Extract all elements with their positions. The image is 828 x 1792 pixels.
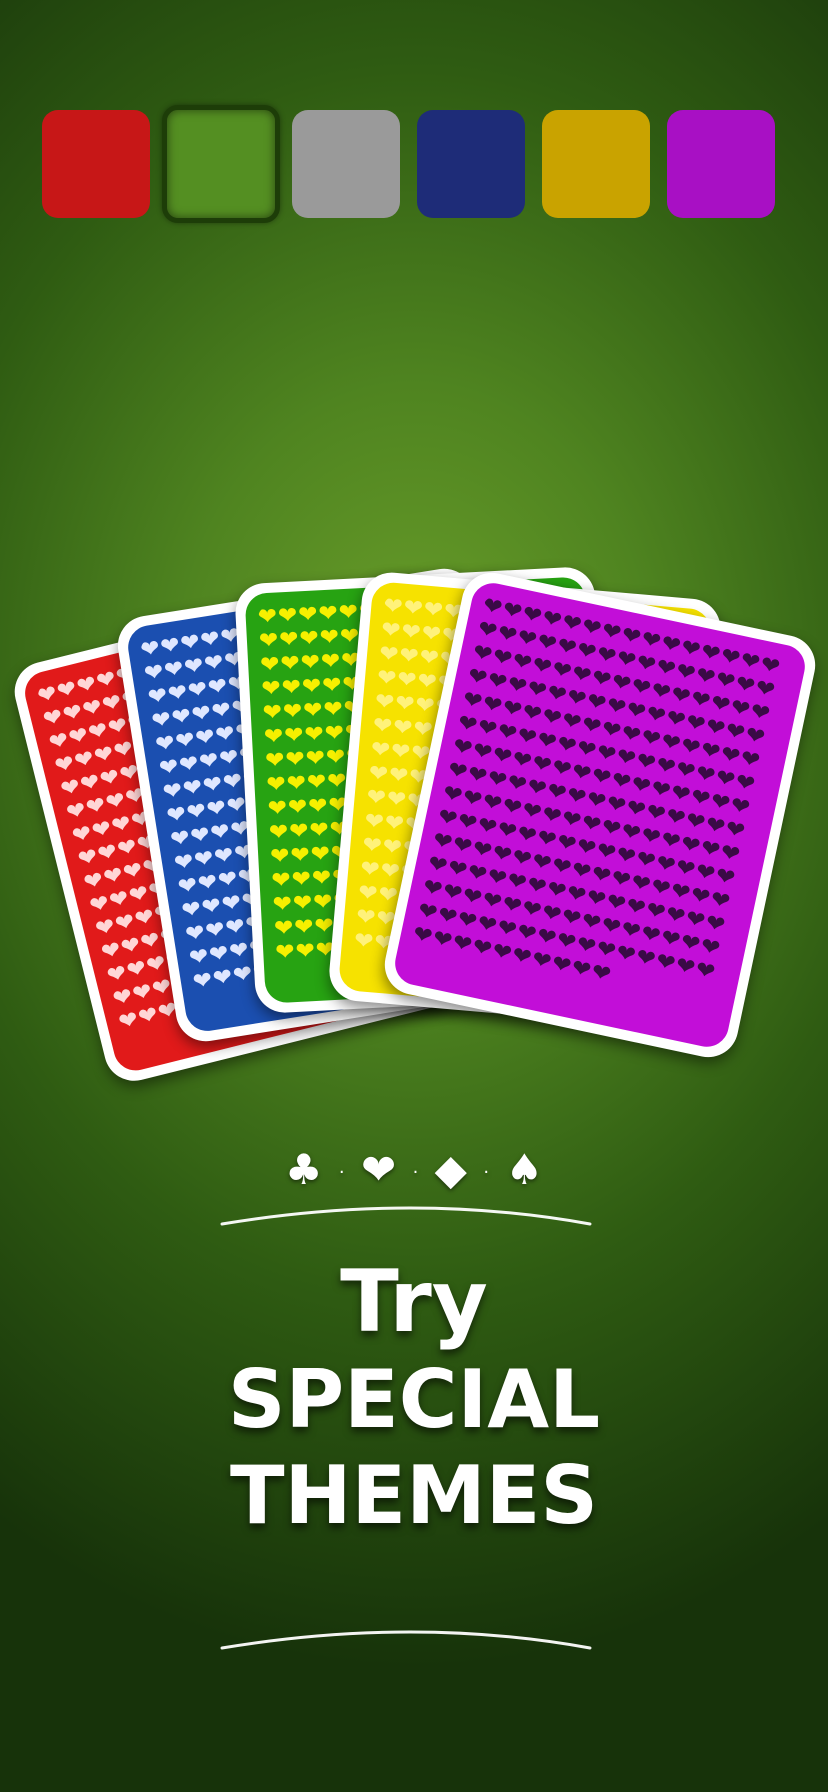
bottom-divider-arc bbox=[220, 1630, 592, 1650]
card-back-purple-face: ❤❤❤❤❤❤❤❤❤❤❤❤❤❤❤❤❤❤❤❤❤❤❤❤❤❤❤❤❤❤❤❤❤❤❤❤❤❤❤❤… bbox=[391, 579, 809, 1051]
swatch-blue[interactable] bbox=[417, 110, 525, 218]
swatch-red[interactable] bbox=[42, 110, 150, 218]
card-back-fan: ❤❤❤❤❤❤❤❤❤❤❤❤❤❤❤❤❤❤❤❤❤❤❤❤❤❤❤❤❤❤❤❤❤❤❤❤❤❤❤❤… bbox=[0, 560, 828, 1088]
separator-dot: · bbox=[412, 1161, 419, 1183]
title-line-1: Try bbox=[340, 1252, 488, 1352]
swatch-gold[interactable] bbox=[542, 110, 650, 218]
promo-title: Try SPECIAL THEMES bbox=[0, 1252, 828, 1544]
top-divider-arc bbox=[220, 1206, 592, 1226]
swatch-purple[interactable] bbox=[667, 110, 775, 218]
separator-dot: · bbox=[483, 1161, 490, 1183]
swatch-gray[interactable] bbox=[292, 110, 400, 218]
suit-ornament: ♣ · ❤ · ◆ · ♠ bbox=[0, 1145, 828, 1198]
screen: { "swatches": [ {"name": "red", "color":… bbox=[0, 0, 828, 1792]
club-icon: ♣ bbox=[284, 1145, 323, 1194]
spade-icon: ♠ bbox=[505, 1145, 544, 1194]
swatch-green[interactable] bbox=[162, 105, 280, 223]
heart-icon: ❤ bbox=[361, 1145, 397, 1194]
heart-pattern-icon: ❤❤❤❤❤❤❤❤❤❤❤❤❤❤❤❤❤❤❤❤❤❤❤❤❤❤❤❤❤❤❤❤❤❤❤❤❤❤❤❤… bbox=[410, 593, 784, 989]
title-line-3: THEMES bbox=[229, 1449, 599, 1542]
diamond-icon: ◆ bbox=[434, 1145, 467, 1194]
theme-color-picker bbox=[42, 105, 788, 223]
title-line-2: SPECIAL bbox=[227, 1353, 601, 1446]
separator-dot: · bbox=[338, 1161, 345, 1183]
